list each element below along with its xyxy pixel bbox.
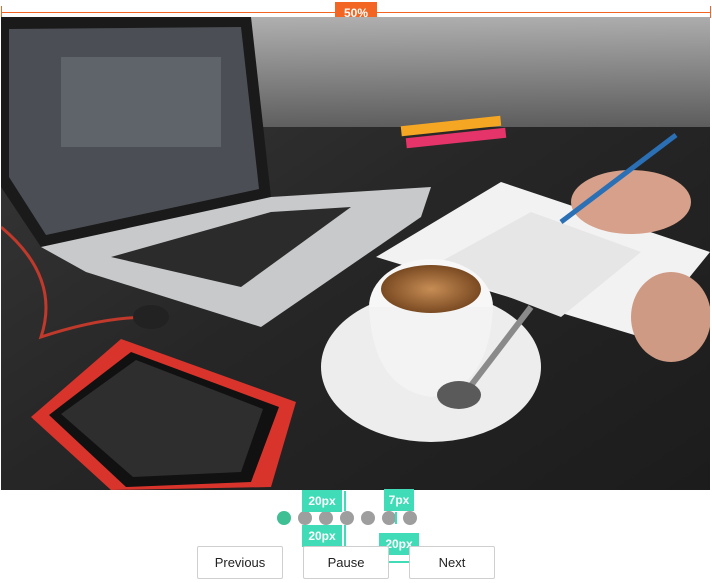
pager-dot-3[interactable] (319, 511, 333, 525)
next-button[interactable]: Next (409, 546, 495, 579)
pager-dot-6[interactable] (382, 511, 396, 525)
pager-dot-5[interactable] (361, 511, 375, 525)
pause-button[interactable]: Pause (303, 546, 389, 579)
dot-top-gap-line (344, 491, 346, 511)
pager-dot-4[interactable] (340, 511, 354, 525)
dot-button-gap-badge: 20px (302, 525, 342, 547)
pager-dot-2[interactable] (298, 511, 312, 525)
dot-button-gap-line (344, 525, 346, 546)
pager-dot-1[interactable] (277, 511, 291, 525)
button-spacing-line (389, 561, 409, 563)
ruler-right-tick (710, 6, 711, 18)
dot-spacing-line (395, 512, 397, 524)
carousel-slide-image (1, 17, 710, 490)
dot-spacing-badge: 7px (384, 489, 414, 511)
workspace-photo (1, 17, 710, 490)
dot-top-gap-badge: 20px (302, 490, 342, 512)
pager-dot-7[interactable] (403, 511, 417, 525)
previous-button[interactable]: Previous (197, 546, 283, 579)
